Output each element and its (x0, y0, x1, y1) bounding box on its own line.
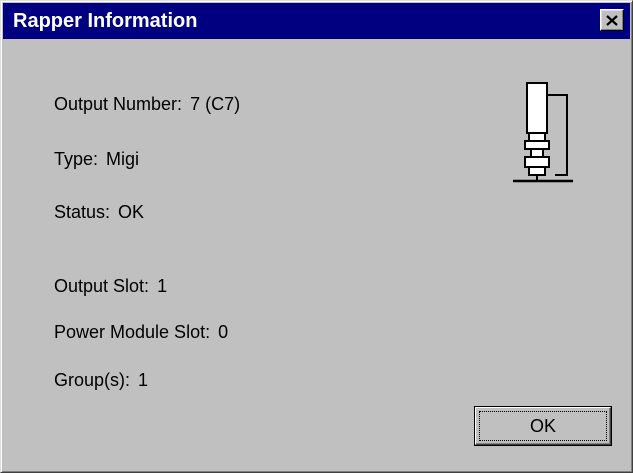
status-label: Status: (54, 202, 111, 222)
output-number-label: Output Number: (54, 94, 183, 114)
power-module-slot-value: 0 (218, 322, 229, 342)
output-number-value: 7 (C7) (190, 94, 241, 114)
power-module-slot-row: Power Module Slot: 0 (54, 321, 228, 343)
type-value: Migi (106, 149, 140, 169)
dialog-window: Rapper Information Output Number: 7 (C7) … (0, 0, 633, 473)
title-bar[interactable]: Rapper Information (3, 3, 630, 39)
close-button[interactable] (600, 9, 624, 31)
ok-button[interactable]: OK (474, 406, 612, 446)
close-icon (606, 14, 618, 26)
output-number-row: Output Number: 7 (C7) (54, 93, 240, 115)
type-label: Type: (54, 149, 99, 169)
window-title: Rapper Information (13, 10, 198, 32)
rapper-device-icon (513, 82, 573, 183)
output-slot-value: 1 (157, 276, 168, 296)
ok-button-label: OK (479, 411, 607, 441)
status-row: Status: OK (54, 201, 144, 223)
output-slot-row: Output Slot: 1 (54, 275, 167, 297)
groups-row: Group(s): 1 (54, 369, 148, 391)
type-row: Type: Migi (54, 148, 139, 170)
status-value: OK (118, 202, 145, 222)
power-module-slot-label: Power Module Slot: (54, 322, 211, 342)
groups-value: 1 (138, 370, 149, 390)
output-slot-label: Output Slot: (54, 276, 150, 296)
groups-label: Group(s): (54, 370, 131, 390)
